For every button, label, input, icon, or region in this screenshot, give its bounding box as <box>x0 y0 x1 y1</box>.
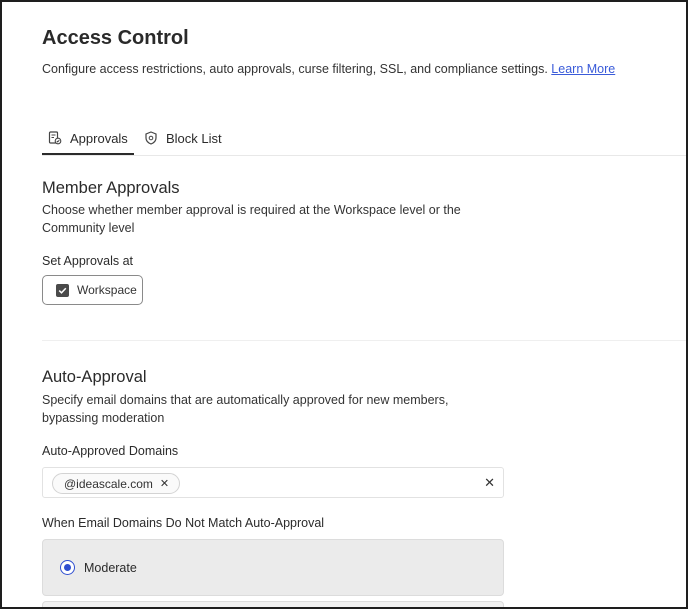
moderate-option-label: Moderate <box>84 560 137 575</box>
app-frame: Access Control Configure access restrict… <box>0 0 688 609</box>
active-tab-indicator <box>42 153 134 155</box>
page-description: Configure access restrictions, auto appr… <box>42 62 615 76</box>
tab-block-list-label: Block List <box>166 130 222 146</box>
member-approvals-description: Choose whether member approval is requir… <box>42 203 461 235</box>
auto-approval-description: Specify email domains that are automatic… <box>42 393 449 425</box>
shield-icon <box>145 131 157 145</box>
check-icon <box>58 287 67 294</box>
moderate-option-card[interactable]: Moderate <box>42 539 504 596</box>
section-divider <box>42 340 686 341</box>
domain-chip-label: @ideascale.com <box>64 476 153 491</box>
page-description-text: Configure access restrictions, auto appr… <box>42 62 548 76</box>
workspace-option-button[interactable]: Workspace <box>42 275 143 305</box>
tab-block-list[interactable]: Block List <box>144 122 222 154</box>
approvals-doc-icon <box>48 131 62 145</box>
member-approvals-title: Member Approvals <box>42 179 180 197</box>
domain-chip: @ideascale.com ✕ <box>52 473 181 494</box>
workspace-checkbox[interactable] <box>56 283 69 297</box>
no-match-label: When Email Domains Do Not Match Auto-App… <box>42 516 325 530</box>
set-approvals-label: Set Approvals at <box>42 254 134 268</box>
radio-selected-dot <box>64 564 71 571</box>
remove-domain-icon[interactable]: ✕ <box>160 477 169 490</box>
page-title: Access Control <box>42 27 189 49</box>
learn-more-link[interactable]: Learn More <box>551 62 615 76</box>
auto-approved-domains-label: Auto-Approved Domains <box>42 444 179 458</box>
auto-approved-domains-input[interactable]: @ideascale.com ✕ ✕ <box>42 467 504 498</box>
tab-approvals[interactable]: Approvals <box>48 122 128 154</box>
clear-domains-icon[interactable]: ✕ <box>484 475 495 491</box>
tab-approvals-label: Approvals <box>70 130 128 146</box>
workspace-option-label: Workspace <box>77 283 137 297</box>
auto-approval-title: Auto-Approval <box>42 368 147 386</box>
tab-bar: Approvals Block List <box>42 122 686 156</box>
next-option-card[interactable] <box>42 601 504 607</box>
moderate-radio[interactable] <box>60 560 75 575</box>
